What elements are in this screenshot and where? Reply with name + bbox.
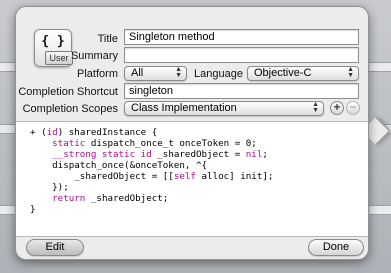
platform-popup[interactable]: All ▲ ▼ — [124, 66, 187, 81]
add-scope-button[interactable]: + — [330, 101, 344, 115]
code-text: } — [30, 204, 36, 215]
code-keyword: __strong static id — [52, 149, 152, 160]
code-text: _sharedObject; — [85, 193, 169, 204]
summary-label: Summary — [70, 50, 118, 62]
title-field[interactable]: Singleton method — [124, 29, 359, 45]
code-text: dispatch_once_t onceToken = 0; — [85, 138, 257, 149]
code-line: dispatch_once(&onceToken, ^{ — [30, 160, 368, 171]
code-text: _sharedObject = [[ — [30, 171, 174, 182]
code-text: dispatch_once(&onceToken, ^{ — [30, 160, 208, 171]
code-line: + (id) sharedInstance { — [30, 127, 368, 138]
scopes-popup[interactable]: Class Implementation ▲ ▼ — [124, 101, 324, 116]
code-line: __strong static id _sharedObject = nil; — [30, 149, 368, 160]
shortcut-label: Completion Shortcut — [18, 86, 118, 98]
language-popup[interactable]: Objective-C ▲ ▼ — [247, 66, 359, 81]
code-keyword: self — [173, 171, 196, 182]
code-keyword: id — [46, 127, 58, 138]
shortcut-field[interactable]: singleton — [124, 83, 359, 99]
popup-arrows-icon: ▲ ▼ — [175, 66, 182, 79]
code-line: _sharedObject = [[self alloc] init]; — [30, 171, 368, 182]
platform-value: All — [131, 67, 144, 79]
platform-label: Platform — [77, 68, 118, 80]
code-text: + ( — [30, 127, 47, 138]
code-text: ) sharedInstance { — [57, 127, 158, 138]
done-button[interactable]: Done — [308, 239, 364, 256]
title-label: Title — [97, 33, 118, 45]
scopes-value: Class Implementation — [131, 102, 237, 114]
scopes-label: Completion Scopes — [22, 103, 118, 115]
edit-button[interactable]: Edit — [26, 239, 84, 256]
code-editor[interactable]: + (id) sharedInstance { static dispatch_… — [16, 121, 368, 237]
code-keyword: nil — [245, 149, 263, 160]
code-line: } — [30, 204, 368, 215]
code-line: return _sharedObject; — [30, 193, 368, 204]
snippet-popover: { } User Title Singleton method Summary … — [15, 6, 369, 260]
code-text: alloc] init]; — [195, 171, 274, 182]
summary-field[interactable] — [124, 47, 359, 63]
popup-arrows-icon: ▲ ▼ — [312, 101, 319, 114]
remove-scope-button[interactable]: − — [346, 101, 360, 115]
language-label: Language — [194, 68, 243, 80]
code-keyword: return — [52, 193, 86, 204]
language-value: Objective-C — [254, 67, 312, 79]
code-text: _sharedObject = — [151, 149, 246, 160]
popup-arrows-icon: ▲ ▼ — [347, 66, 354, 79]
code-keyword: static — [52, 138, 86, 149]
code-line: }); — [30, 182, 368, 193]
code-line: static dispatch_once_t onceToken = 0; — [30, 138, 368, 149]
code-text: }); — [30, 182, 69, 193]
code-text: ; — [262, 149, 268, 160]
